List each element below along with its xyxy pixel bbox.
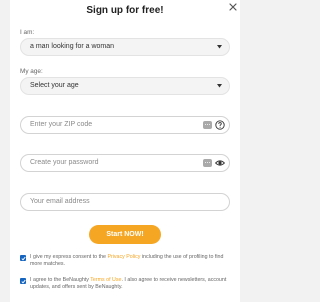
email-input[interactable]: Your email address bbox=[20, 193, 230, 211]
password-placeholder: Create your password bbox=[30, 159, 99, 166]
age-select[interactable]: Select your age bbox=[20, 77, 230, 95]
help-icon[interactable] bbox=[215, 120, 225, 130]
chevron-down-icon bbox=[217, 45, 222, 49]
privacy-consent-before: I give my express consent to the bbox=[30, 254, 108, 260]
age-label: My age: bbox=[20, 68, 43, 75]
key-icon bbox=[203, 159, 212, 167]
key-icon bbox=[203, 121, 212, 129]
terms-consent-text: I agree to the BeNaughty Terms of Use. I… bbox=[30, 277, 230, 291]
checkmark-icon bbox=[20, 256, 26, 260]
close-icon[interactable] bbox=[228, 2, 238, 12]
iam-select-value: a man looking for a woman bbox=[30, 43, 115, 50]
privacy-policy-link[interactable]: Privacy Policy bbox=[107, 254, 140, 260]
chevron-down-icon bbox=[217, 84, 222, 88]
password-input[interactable]: Create your password bbox=[20, 154, 230, 172]
privacy-checkbox[interactable] bbox=[20, 255, 26, 261]
email-placeholder: Your email address bbox=[30, 198, 90, 205]
zip-input[interactable]: Enter your ZIP code bbox=[20, 116, 230, 134]
page-title: Sign up for free! bbox=[86, 5, 164, 16]
iam-select[interactable]: a man looking for a woman bbox=[20, 38, 230, 56]
checkmark-icon bbox=[20, 279, 26, 283]
eye-icon[interactable] bbox=[215, 158, 225, 168]
zip-placeholder: Enter your ZIP code bbox=[30, 121, 93, 128]
privacy-consent-text: I give my express consent to the Privacy… bbox=[30, 254, 230, 268]
signup-card: Sign up for free! I am: a man looking fo… bbox=[10, 0, 240, 302]
terms-of-use-link[interactable]: Terms of Use bbox=[90, 277, 121, 283]
age-select-value: Select your age bbox=[30, 82, 79, 89]
terms-checkbox[interactable] bbox=[20, 278, 26, 284]
start-now-button[interactable]: Start NOW! bbox=[89, 225, 161, 244]
iam-label: I am: bbox=[20, 29, 35, 36]
terms-consent-before: I agree to the BeNaughty bbox=[30, 277, 91, 283]
